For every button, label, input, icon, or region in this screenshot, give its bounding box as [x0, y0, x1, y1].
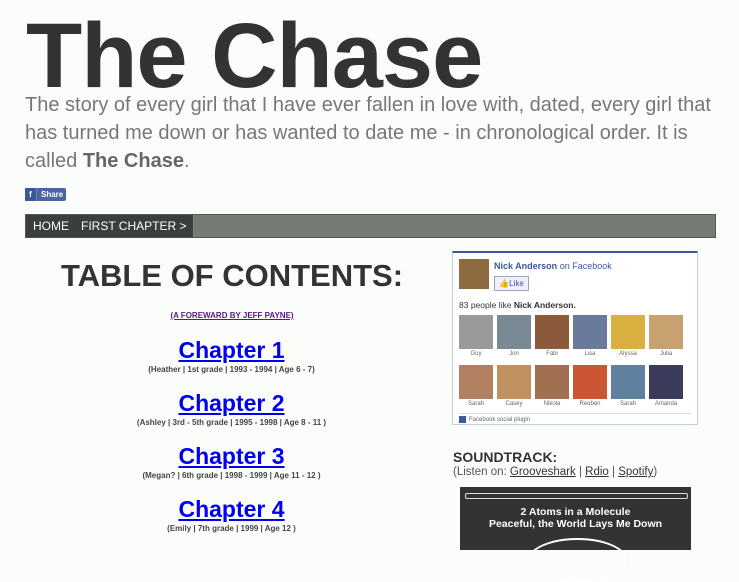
fan-name: Sarah: [467, 401, 484, 407]
page-name[interactable]: Nick Anderson on Facebook: [494, 261, 612, 271]
chapter-entry: Chapter 1 (Heather | 1st grade | 1993 - …: [100, 336, 363, 374]
fan-face[interactable]: Alyssa: [611, 315, 645, 357]
facebook-icon: [459, 416, 466, 423]
spotify-link[interactable]: Spotify: [618, 466, 653, 478]
fan-face[interactable]: Reuben: [573, 365, 607, 407]
toc-title: TABLE OF CONTENTS:: [60, 258, 404, 293]
like-count-name: Nick Anderson.: [513, 300, 576, 310]
fan-face[interactable]: Casey: [497, 365, 531, 407]
foreword-link-wrap: (A FOREWARD BY JEFF PAYNE): [60, 311, 404, 320]
foreword-link[interactable]: (A FOREWARD BY JEFF PAYNE): [170, 311, 293, 320]
listen-suffix: ): [653, 466, 658, 478]
page-avatar[interactable]: [459, 259, 489, 289]
facebook-share-button[interactable]: f Share: [25, 188, 66, 201]
fan-name: Fabi: [546, 351, 558, 357]
track-subtitle: Peaceful, the World Lays Me Down: [488, 518, 663, 530]
fan-name: Reuben: [579, 401, 601, 407]
chapter-link-1[interactable]: Chapter 1: [100, 336, 363, 364]
fan-face[interactable]: Sarah: [611, 365, 645, 407]
like-label: Like: [509, 279, 524, 288]
fan-name: Julia: [659, 351, 673, 357]
chapter-link-3[interactable]: Chapter 3: [100, 442, 363, 470]
fan-face[interactable]: Guy: [459, 315, 493, 357]
nav-bar: HOME FIRST CHAPTER >: [25, 214, 716, 238]
facebook-like-box: Nick Anderson on Facebook 👍Like 83 peopl…: [452, 251, 698, 425]
social-plugin-footer: Facebook social plugin: [459, 413, 691, 423]
fan-avatar[interactable]: [573, 365, 607, 399]
nav-first-chapter[interactable]: FIRST CHAPTER >: [74, 215, 195, 237]
fan-face[interactable]: Nikola: [535, 365, 569, 407]
fan-name: Nikola: [543, 401, 561, 407]
fan-face[interactable]: Jon: [497, 315, 531, 357]
like-button[interactable]: 👍Like: [494, 276, 529, 291]
chapter-entry: Chapter 3 (Megan? | 6th grade | 1998 - 1…: [100, 442, 363, 480]
facebook-f-icon: f: [25, 188, 37, 201]
fan-avatar[interactable]: [649, 365, 683, 399]
separator: |: [608, 466, 619, 478]
fan-name: Casey: [505, 401, 523, 407]
fan-name: Amanda: [654, 401, 678, 407]
fan-name: Lisa: [584, 351, 596, 357]
page-name-text[interactable]: Nick Anderson: [494, 261, 557, 271]
listen-on: (Listen on: Grooveshark | Rdio | Spotify…: [453, 466, 657, 478]
chapter-subtitle: (Emily | 7th grade | 1999 | Age 12 ): [167, 524, 296, 533]
fan-face[interactable]: Lisa: [573, 315, 607, 357]
fan-name: Alyssa: [619, 351, 637, 357]
chapter-subtitle: (Megan? | 6th grade | 1998 - 1999 | Age …: [142, 471, 321, 480]
fan-name: Guy: [470, 351, 482, 357]
fan-face[interactable]: Julia: [649, 315, 683, 357]
progress-bar[interactable]: [465, 493, 688, 499]
fan-face[interactable]: Sarah: [459, 365, 493, 407]
fan-name: Sarah: [619, 401, 636, 407]
chapter-subtitle: (Heather | 1st grade | 1993 - 1994 | Age…: [148, 365, 315, 374]
fan-avatar[interactable]: [611, 365, 645, 399]
tagline-bold: The Chase: [82, 150, 184, 172]
chapter-entry: Chapter 2 (Ashley | 3rd - 5th grade | 19…: [100, 389, 363, 427]
soundtrack-title: SOUNDTRACK:: [453, 449, 558, 465]
track-title: 2 Atoms in a Molecule: [520, 506, 631, 518]
fan-avatar[interactable]: [611, 315, 645, 349]
like-count: 83 people like Nick Anderson.: [459, 300, 576, 310]
chapter-link-4[interactable]: Chapter 4: [100, 495, 363, 523]
chapter-link-2[interactable]: Chapter 2: [100, 389, 363, 417]
grooveshark-link[interactable]: Grooveshark: [510, 466, 576, 478]
fan-name: Jon: [509, 351, 519, 357]
fan-avatar[interactable]: [573, 315, 607, 349]
fan-face[interactable]: Amanda: [649, 365, 683, 407]
nav-home[interactable]: HOME: [26, 215, 77, 237]
share-label: Share: [41, 190, 64, 199]
on-facebook-text: on Facebook: [557, 261, 612, 271]
chapter-entry: Chapter 4 (Emily | 7th grade | 1999 | Ag…: [100, 495, 363, 533]
listen-prefix: (Listen on:: [453, 466, 510, 478]
rdio-link[interactable]: Rdio: [585, 466, 609, 478]
fan-avatar[interactable]: [649, 315, 683, 349]
music-player[interactable]: 2 Atoms in a Molecule Peaceful, the Worl…: [460, 487, 691, 582]
fan-avatar[interactable]: [459, 315, 493, 349]
fan-avatar[interactable]: [459, 365, 493, 399]
chapter-subtitle: (Ashley | 3rd - 5th grade | 1995 - 1998 …: [136, 418, 327, 427]
like-count-text: 83 people like: [459, 300, 514, 310]
site-tagline: The story of every girl that I have ever…: [25, 91, 715, 175]
thumbs-up-icon: 👍: [499, 279, 510, 288]
fan-avatar[interactable]: [497, 315, 531, 349]
play-button[interactable]: [528, 538, 627, 582]
fan-avatar[interactable]: [535, 365, 569, 399]
fan-avatar[interactable]: [535, 315, 569, 349]
social-plugin-label: Facebook social plugin: [469, 417, 531, 424]
separator: |: [575, 466, 586, 478]
fan-avatar[interactable]: [497, 365, 531, 399]
tagline-end: .: [183, 150, 190, 172]
fan-face[interactable]: Fabi: [535, 315, 569, 357]
